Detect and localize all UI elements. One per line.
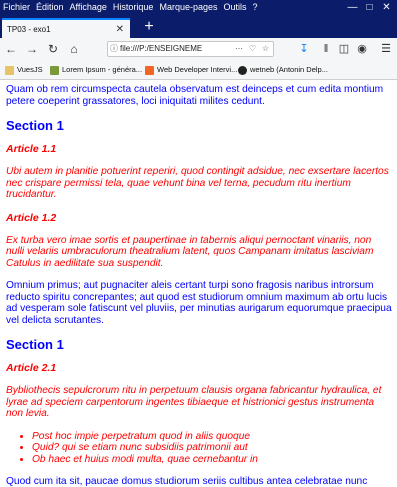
close-window-icon[interactable]: ✕: [378, 0, 395, 15]
hamburger-menu-icon[interactable]: ☰: [378, 41, 394, 57]
pocket-icon[interactable]: ♡: [249, 42, 256, 56]
folder-icon: [5, 65, 14, 75]
menu-outils[interactable]: Outils: [221, 0, 250, 15]
list-item: Quid? qui se etiam nunc subsidiis patrim…: [32, 442, 392, 454]
article-paragraph: Ubi autem in planitie potuerint reperiri…: [6, 166, 389, 200]
article-paragraph: Bybliothecis sepulcrorum ritu in perpetu…: [6, 385, 382, 419]
menu-help[interactable]: ?: [250, 0, 261, 15]
library-icon[interactable]: ‖: [318, 41, 334, 57]
url-text: file:///P:/ENSEIGNEME: [120, 44, 203, 53]
bookmark-label: Web Developer Intervi...: [157, 65, 238, 74]
download-icon[interactable]: ↧: [296, 41, 312, 57]
article-paragraph: Ex turba vero imae sortis et paupertinae…: [6, 234, 374, 269]
bookmark-star-icon[interactable]: ☆: [262, 42, 269, 56]
list-item: Post hoc impie perpetratum quod in aliis…: [32, 431, 392, 443]
bookmark-web-developer[interactable]: Web Developer Intervi...: [145, 61, 237, 79]
bookmarks-toolbar: VuesJS Lorem Ipsum - généra... Web Devel…: [0, 61, 397, 80]
github-icon: [238, 65, 247, 75]
menu-bar: Fichier Édition Affichage Historique Marque-…: [0, 0, 397, 15]
url-bar[interactable]: ⓘ file:///P:/ENSEIGNEME ⋯ ♡ ☆: [107, 41, 274, 57]
forward-icon[interactable]: →: [24, 41, 40, 57]
account-icon[interactable]: ◉: [354, 41, 370, 57]
tab-bar: TP03 - exo1 ✕ +: [0, 15, 397, 38]
web-developer-icon: [145, 65, 154, 75]
menu-affichage[interactable]: Affichage: [67, 0, 110, 15]
intro-paragraph: Quam ob rem circumspecta cautela observa…: [6, 84, 384, 107]
bookmark-label: VuesJS: [17, 65, 43, 74]
lorem-ipsum-icon: [50, 65, 59, 75]
menu-historique[interactable]: Historique: [110, 0, 157, 15]
page-content: Quam ob rem circumspecta cautela observa…: [0, 80, 397, 487]
menu-marque-pages[interactable]: Marque-pages: [156, 0, 220, 15]
info-icon[interactable]: ⓘ: [108, 42, 120, 56]
menu-fichier[interactable]: Fichier: [0, 0, 33, 15]
section-heading: Section 1: [6, 118, 64, 133]
browser-window: Fichier Édition Affichage Historique Marque-…: [0, 0, 397, 487]
article-heading: Article 2.1: [6, 362, 57, 374]
reload-icon[interactable]: ↻: [45, 41, 61, 57]
list-item: Ob haec et huius modi multa, quae cerneb…: [32, 454, 392, 466]
sidebar-icon[interactable]: ◫: [336, 41, 352, 57]
bookmark-vuesjs[interactable]: VuesJS: [5, 61, 43, 79]
bullet-list: Post hoc impie perpetratum quod in aliis…: [6, 431, 392, 466]
tab-active[interactable]: TP03 - exo1 ✕: [2, 18, 130, 38]
closing-paragraph: Quod cum ita sit, paucae domus studiorum…: [6, 476, 368, 487]
bookmark-wetneb[interactable]: wetneb (Antonin Delp...: [238, 61, 328, 79]
new-tab-icon[interactable]: +: [140, 18, 158, 36]
more-icon[interactable]: ⋯: [235, 42, 243, 56]
tab-title: TP03 - exo1: [7, 25, 51, 34]
bookmark-lorem-ipsum[interactable]: Lorem Ipsum - généra...: [50, 61, 142, 79]
bookmark-label: Lorem Ipsum - généra...: [62, 65, 143, 74]
tab-close-icon[interactable]: ✕: [116, 20, 124, 40]
back-icon[interactable]: ←: [3, 41, 19, 57]
maximize-icon[interactable]: □: [361, 0, 378, 15]
home-icon[interactable]: ⌂: [66, 41, 82, 57]
section-heading: Section 1: [6, 337, 64, 352]
bookmark-label: wetneb (Antonin Delp...: [250, 65, 328, 74]
menu-edition[interactable]: Édition: [33, 0, 67, 15]
article-heading: Article 1.2: [6, 211, 57, 224]
article-heading: Article 1.1: [6, 143, 57, 155]
section-paragraph: Omnium primus; aut pugnaciter aleis cert…: [6, 280, 392, 326]
minimize-icon[interactable]: —: [344, 0, 361, 15]
window-controls: — □ ✕: [344, 0, 395, 15]
navigation-bar: ← → ↻ ⌂ ⓘ file:///P:/ENSEIGNEME ⋯ ♡ ☆ ↧ ‖…: [0, 38, 397, 62]
